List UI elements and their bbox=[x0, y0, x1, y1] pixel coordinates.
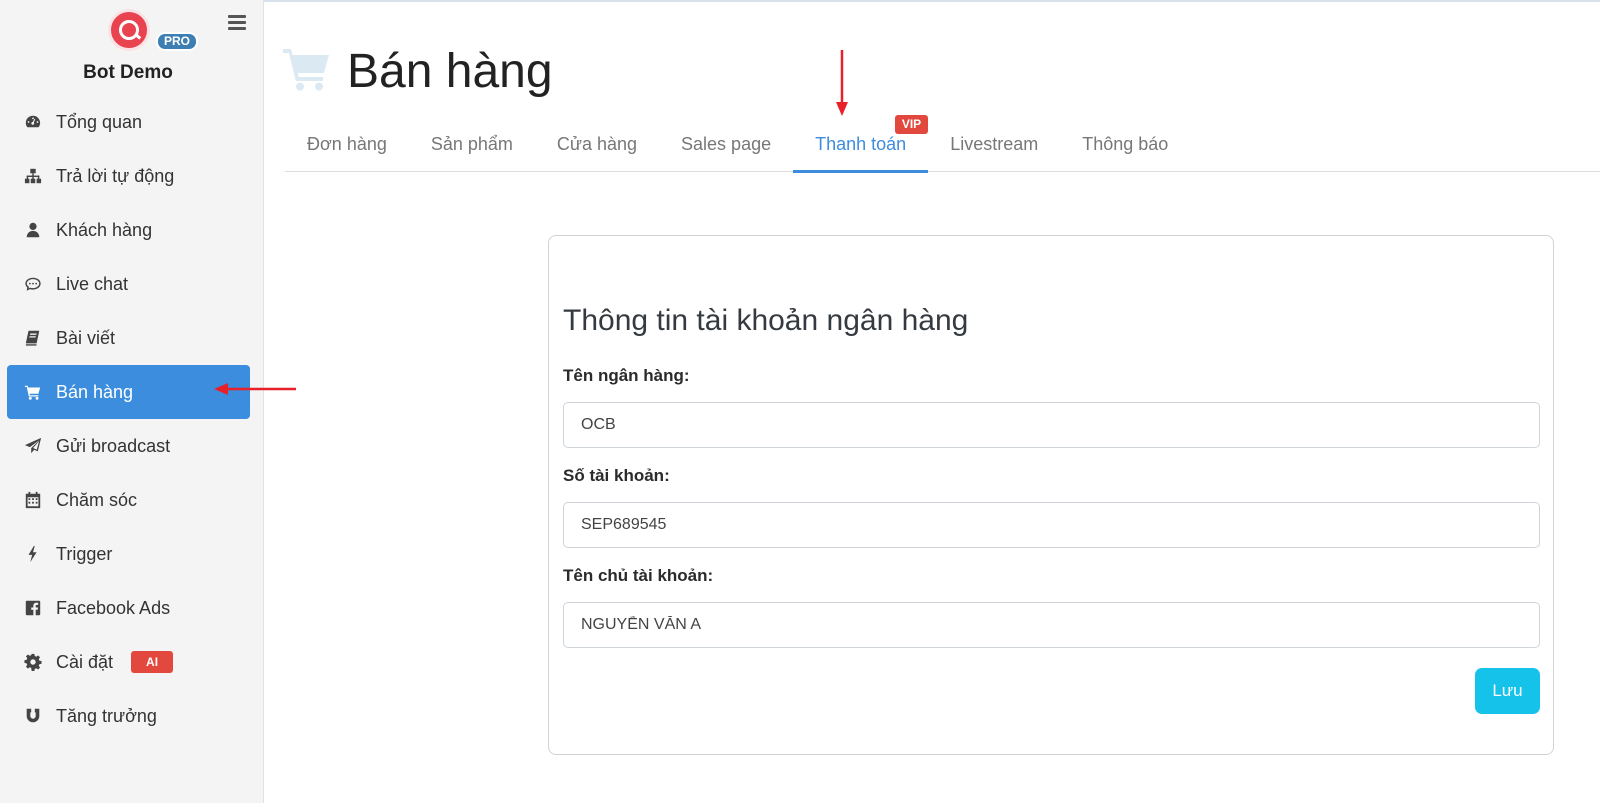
paper-plane-icon bbox=[24, 437, 42, 455]
annotation-arrow-left bbox=[214, 383, 296, 395]
ai-badge: AI bbox=[131, 651, 174, 673]
sidebar-item-cham-soc[interactable]: Chăm sóc bbox=[7, 473, 250, 527]
bolt-icon bbox=[24, 545, 42, 563]
hamburger-menu-icon[interactable] bbox=[228, 15, 246, 31]
bank-name-input[interactable] bbox=[563, 402, 1540, 448]
sidebar-item-trigger[interactable]: Trigger bbox=[7, 527, 250, 581]
tab-sales-page[interactable]: Sales page bbox=[659, 117, 793, 172]
tab-cua-hang[interactable]: Cửa hàng bbox=[535, 117, 659, 172]
logo-icon bbox=[108, 9, 150, 51]
sidebar-item-bai-viet[interactable]: Bài viết bbox=[7, 311, 250, 365]
sitemap-icon bbox=[24, 167, 42, 185]
sidebar-item-label: Cài đặt bbox=[56, 651, 114, 672]
sidebar: PRO Bot Demo Tổng quan Trả lời tự động K… bbox=[0, 0, 264, 803]
sidebar-item-tra-loi-tu-dong[interactable]: Trả lời tự động bbox=[7, 149, 250, 203]
sidebar-item-tong-quan[interactable]: Tổng quan bbox=[7, 95, 250, 149]
tab-thong-bao[interactable]: Thông báo bbox=[1060, 117, 1190, 172]
account-holder-input[interactable] bbox=[563, 602, 1540, 648]
sidebar-nav: Tổng quan Trả lời tự động Khách hàng Liv… bbox=[7, 95, 250, 743]
book-icon bbox=[24, 329, 42, 347]
chat-icon bbox=[24, 275, 42, 293]
tab-thanh-toan[interactable]: Thanh toán VIP bbox=[793, 115, 929, 173]
sidebar-item-label: Tổng quan bbox=[56, 111, 143, 132]
sidebar-item-label: Facebook Ads bbox=[56, 597, 171, 618]
account-holder-label: Tên chủ tài khoản: bbox=[563, 566, 714, 585]
tab-don-hang[interactable]: Đơn hàng bbox=[285, 117, 409, 172]
tab-bar: Đơn hàng Sản phẩm Cửa hàng Sales page Th… bbox=[285, 115, 1600, 173]
sidebar-item-label: Trigger bbox=[56, 543, 113, 564]
user-icon bbox=[24, 221, 42, 239]
sidebar-item-label: Bán hàng bbox=[56, 381, 134, 402]
account-number-input[interactable] bbox=[563, 502, 1540, 548]
tab-label: Sản phẩm bbox=[430, 134, 513, 154]
sidebar-item-label: Trả lời tự động bbox=[56, 165, 175, 186]
cart-icon bbox=[283, 47, 331, 96]
sidebar-item-tang-truong[interactable]: Tăng trưởng bbox=[7, 689, 250, 743]
dashboard-icon bbox=[24, 113, 42, 131]
card-title: Thông tin tài khoản ngân hàng bbox=[563, 304, 969, 337]
bank-account-card: Thông tin tài khoản ngân hàng Tên ngân h… bbox=[548, 235, 1554, 755]
facebook-icon bbox=[24, 599, 42, 617]
tab-label: Đơn hàng bbox=[307, 134, 387, 154]
tab-san-pham[interactable]: Sản phẩm bbox=[409, 117, 535, 172]
cart-icon bbox=[24, 383, 42, 401]
sidebar-item-label: Live chat bbox=[56, 273, 129, 294]
sidebar-item-gui-broadcast[interactable]: Gửi broadcast bbox=[7, 419, 250, 473]
sidebar-item-facebook-ads[interactable]: Facebook Ads bbox=[7, 581, 250, 635]
brand-name: Bot Demo bbox=[83, 62, 173, 83]
tab-livestream[interactable]: Livestream bbox=[928, 117, 1060, 172]
sidebar-item-label: Gửi broadcast bbox=[56, 435, 171, 456]
vip-badge: VIP bbox=[894, 115, 929, 134]
brand: PRO Bot Demo bbox=[0, 0, 264, 96]
pro-badge: PRO bbox=[156, 32, 199, 51]
page-header: Bán hàng bbox=[283, 44, 553, 99]
tab-label: Sales page bbox=[681, 134, 772, 154]
save-button[interactable]: Lưu bbox=[1475, 668, 1540, 714]
sidebar-item-live-chat[interactable]: Live chat bbox=[7, 257, 250, 311]
sidebar-item-label: Chăm sóc bbox=[56, 489, 138, 510]
tab-label: Thanh toán bbox=[815, 134, 907, 154]
gear-icon bbox=[24, 653, 42, 671]
magnet-icon bbox=[24, 707, 42, 725]
sidebar-item-label: Khách hàng bbox=[56, 219, 153, 240]
calendar-icon bbox=[24, 491, 42, 509]
sidebar-item-label: Tăng trưởng bbox=[56, 705, 157, 726]
sidebar-item-label: Bài viết bbox=[56, 327, 116, 348]
account-number-label: Số tài khoản: bbox=[563, 466, 670, 485]
sidebar-item-khach-hang[interactable]: Khách hàng bbox=[7, 203, 250, 257]
bank-name-label: Tên ngân hàng: bbox=[563, 366, 690, 385]
page-title: Bán hàng bbox=[347, 45, 553, 98]
tab-label: Thông báo bbox=[1082, 134, 1169, 154]
annotation-arrow-down bbox=[836, 50, 848, 116]
sidebar-item-cai-dat[interactable]: Cài đặt AI bbox=[7, 635, 250, 689]
tab-label: Cửa hàng bbox=[556, 134, 638, 154]
tab-label: Livestream bbox=[950, 134, 1039, 154]
